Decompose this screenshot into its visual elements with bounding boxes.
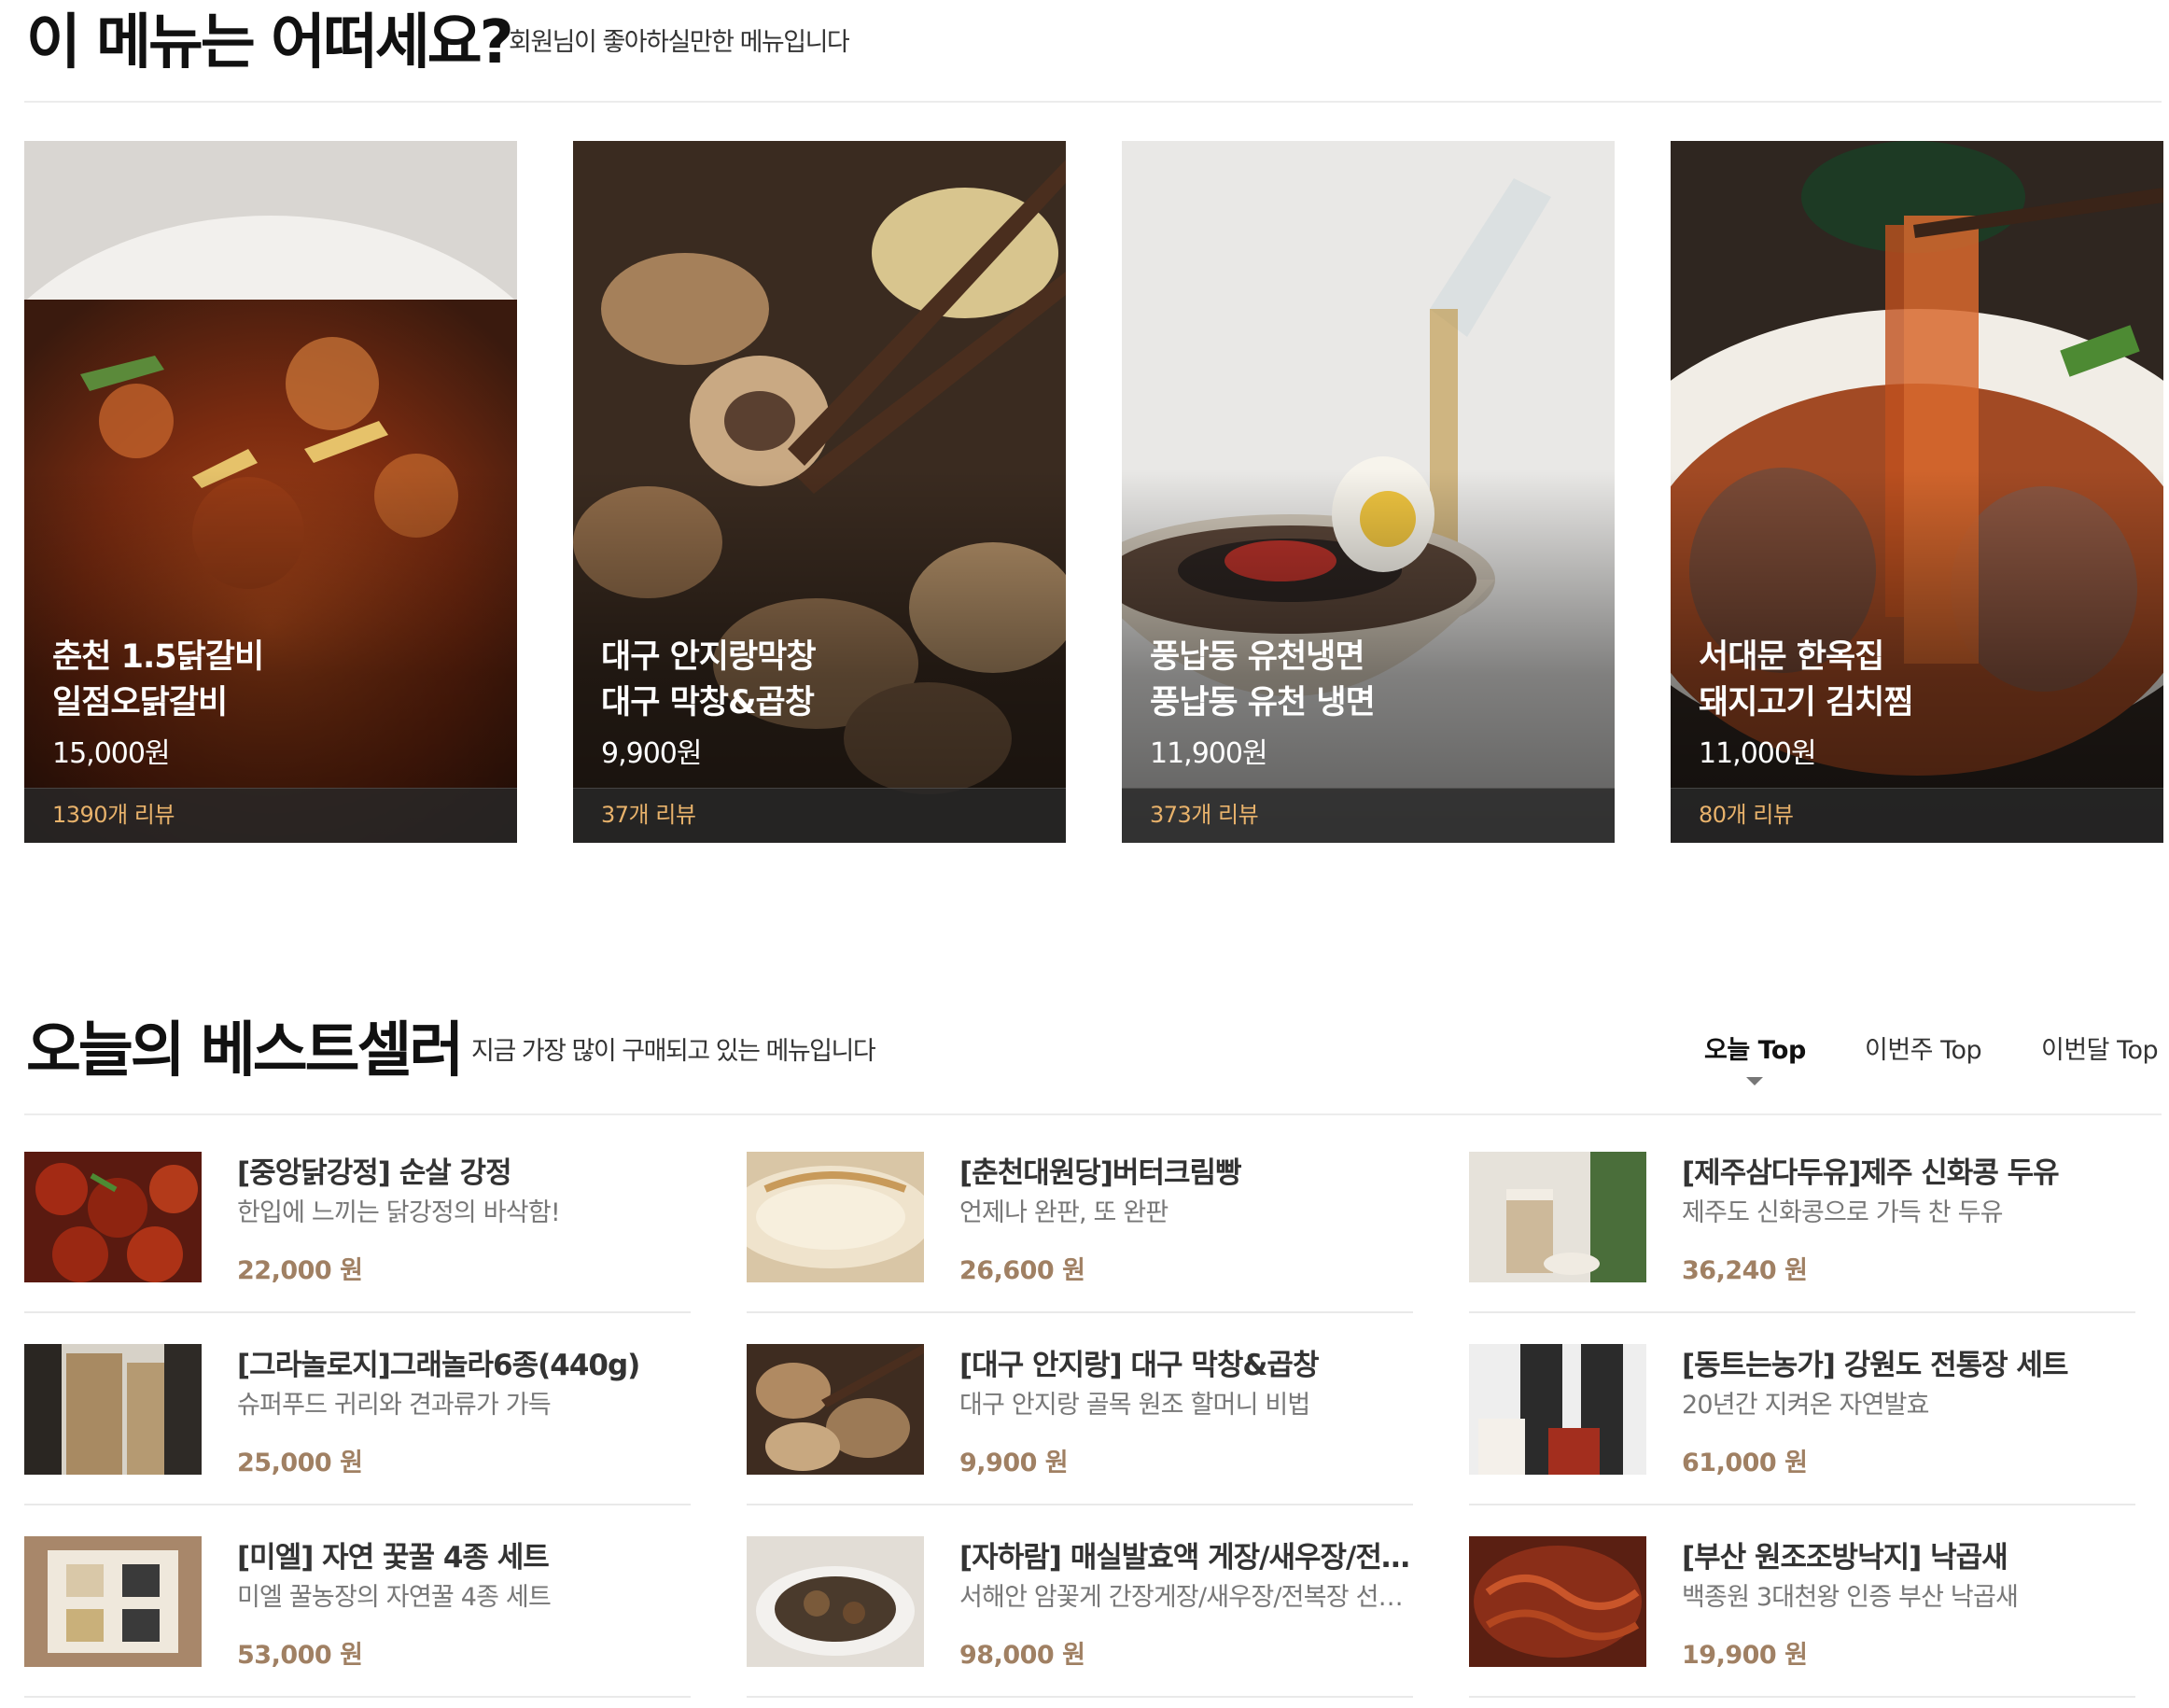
- soy-milk-thumb: [1469, 1152, 1646, 1282]
- item-desc: 제주도 신화콩으로 가득 찬 두유: [1682, 1198, 2003, 1227]
- divider: [24, 1113, 2162, 1115]
- item-name: [그라놀로지]그래놀라6종(440g): [237, 1350, 640, 1382]
- tab-active-caret-icon: [1746, 1077, 1763, 1085]
- item-desc: 한입에 느끼는 닭강정의 바삭함!: [237, 1198, 561, 1227]
- item-name: [중앙닭강정] 순살 강정: [237, 1157, 512, 1190]
- item-desc: 미엘 꿀농장의 자연꿀 4종 세트: [237, 1583, 552, 1612]
- item-desc: 20년간 지켜온 자연발효: [1682, 1391, 1929, 1420]
- menu-card-price: 9,900원: [601, 737, 702, 770]
- item-price: 36,240 원: [1682, 1256, 1808, 1285]
- butter-cream-bread-thumb: [747, 1152, 924, 1282]
- tab-today-top[interactable]: 오늘 Top: [1704, 1038, 1806, 1063]
- menu-card-reviews: 1390개 리뷰: [52, 802, 175, 828]
- menu-card[interactable]: 서대문 한옥집 돼지고기 김치찜 11,000원 80개 리뷰: [1671, 141, 2163, 843]
- menu-card-name: 풍납동 유천 냉면: [1150, 684, 1376, 721]
- item-desc: 언제나 완판, 또 완판: [959, 1198, 1168, 1227]
- menu-card-price: 11,000원: [1699, 737, 1817, 770]
- item-name: [자하람] 매실발효액 게장/새우장/전복장 세트: [959, 1542, 1413, 1575]
- bestseller-item[interactable]: [그라놀로지]그래놀라6종(440g) 슈퍼푸드 귀리와 견과류가 가득 25,…: [24, 1344, 691, 1516]
- item-desc: 백종원 3대천왕 인증 부산 낙곱새: [1682, 1583, 2019, 1612]
- menu-card[interactable]: 풍납동 유천냉면 풍납동 유천 냉면 11,900원 373개 리뷰: [1122, 141, 1615, 843]
- bestseller-title: 오늘의 베스트셀러: [26, 1016, 464, 1085]
- item-desc: 슈퍼푸드 귀리와 견과류가 가득: [237, 1391, 552, 1420]
- menu-card-name: 대구 막창&곱창: [601, 684, 815, 721]
- fried-chicken-thumb: [24, 1152, 202, 1282]
- bestseller-item[interactable]: [대구 안지랑] 대구 막창&곱창 대구 안지랑 골목 원조 할머니 비법 9,…: [747, 1344, 1413, 1516]
- menu-card-reviews: 80개 리뷰: [1699, 802, 1794, 828]
- bestseller-item[interactable]: [자하람] 매실발효액 게장/새우장/전복장 세트 서해안 암꽃게 간장게장/새…: [747, 1536, 1413, 1708]
- item-price: 25,000 원: [237, 1449, 363, 1477]
- menu-card-store: 대구 안지랑막창: [601, 638, 817, 676]
- bestseller-item[interactable]: [부산 원조조방낙지] 낙곱새 백종원 3대천왕 인증 부산 낙곱새 19,90…: [1469, 1536, 2135, 1708]
- bestseller-item[interactable]: [춘천대원당]버터크림빵 언제나 완판, 또 완판 26,600 원: [747, 1152, 1413, 1323]
- sauce-set-thumb: [1469, 1344, 1646, 1475]
- item-price: 53,000 원: [237, 1641, 363, 1670]
- divider: [24, 101, 2162, 103]
- menu-card[interactable]: 춘천 1.5닭갈비 일점오닭갈비 15,000원 1390개 리뷰: [24, 141, 517, 843]
- menu-card-store: 서대문 한옥집: [1699, 638, 1884, 676]
- item-desc: 서해안 암꽃게 간장게장/새우장/전복장 선물세트: [959, 1583, 1413, 1612]
- menu-card-reviews: 373개 리뷰: [1150, 802, 1259, 828]
- item-price: 22,000 원: [237, 1256, 363, 1285]
- item-name: [동트는농가] 강원도 전통장 세트: [1682, 1350, 2068, 1382]
- bestseller-item[interactable]: [미엘] 자연 꿏꿀 4종 세트 미엘 꿀농장의 자연꿀 4종 세트 53,00…: [24, 1536, 691, 1708]
- item-name: [춘천대원당]버터크림빵: [959, 1157, 1242, 1190]
- menu-card-price: 11,900원: [1150, 737, 1268, 770]
- bestseller-subtitle: 지금 가장 많이 구매되고 있는 메뉴입니다: [471, 1037, 876, 1066]
- bestseller-item[interactable]: [동트는농가] 강원도 전통장 세트 20년간 지켜온 자연발효 61,000 …: [1469, 1344, 2135, 1516]
- bestseller-item[interactable]: [제주삼다두유]제주 신화콩 두유 제주도 신화콩으로 가득 찬 두유 36,2…: [1469, 1152, 2135, 1323]
- recommend-subtitle: 회원님이 좋아하실만한 메뉴입니다: [509, 28, 850, 57]
- item-name: [부산 원조조방낙지] 낙곱새: [1682, 1542, 2008, 1575]
- tab-week-top[interactable]: 이번주 Top: [1865, 1038, 1982, 1063]
- bestseller-item[interactable]: [중앙닭강정] 순살 강정 한입에 느끼는 닭강정의 바삭함! 22,000 원: [24, 1152, 691, 1323]
- menu-card-store: 풍납동 유천냉면: [1150, 638, 1365, 676]
- marinated-crab-thumb: [747, 1536, 924, 1667]
- menu-card-store: 춘천 1.5닭갈비: [52, 638, 264, 676]
- spicy-octopus-thumb: [1469, 1536, 1646, 1667]
- item-name: [제주삼다두유]제주 신화콩 두유: [1682, 1157, 2060, 1190]
- recommend-title: 이 메뉴는 어떠세요?: [26, 8, 514, 77]
- item-price: 61,000 원: [1682, 1449, 1808, 1477]
- granola-jars-thumb: [24, 1344, 202, 1475]
- item-price: 26,600 원: [959, 1256, 1085, 1285]
- menu-card[interactable]: 대구 안지랑막창 대구 막창&곱창 9,900원 37개 리뷰: [573, 141, 1066, 843]
- menu-card-name: 돼지고기 김치찜: [1699, 684, 1914, 721]
- item-price: 19,900 원: [1682, 1641, 1808, 1670]
- item-price: 98,000 원: [959, 1641, 1085, 1670]
- menu-card-reviews: 37개 리뷰: [601, 802, 696, 828]
- item-name: [미엘] 자연 꿏꿀 4종 세트: [237, 1542, 550, 1575]
- item-desc: 대구 안지랑 골목 원조 할머니 비법: [959, 1391, 1310, 1420]
- item-name: [대구 안지랑] 대구 막창&곱창: [959, 1350, 1319, 1382]
- honey-set-thumb: [24, 1536, 202, 1667]
- menu-card-price: 15,000원: [52, 737, 171, 770]
- grilled-intestine-thumb: [747, 1344, 924, 1475]
- item-price: 9,900 원: [959, 1449, 1069, 1477]
- tab-month-top[interactable]: 이번달 Top: [2041, 1038, 2159, 1063]
- menu-card-name: 일점오닭갈비: [52, 684, 228, 721]
